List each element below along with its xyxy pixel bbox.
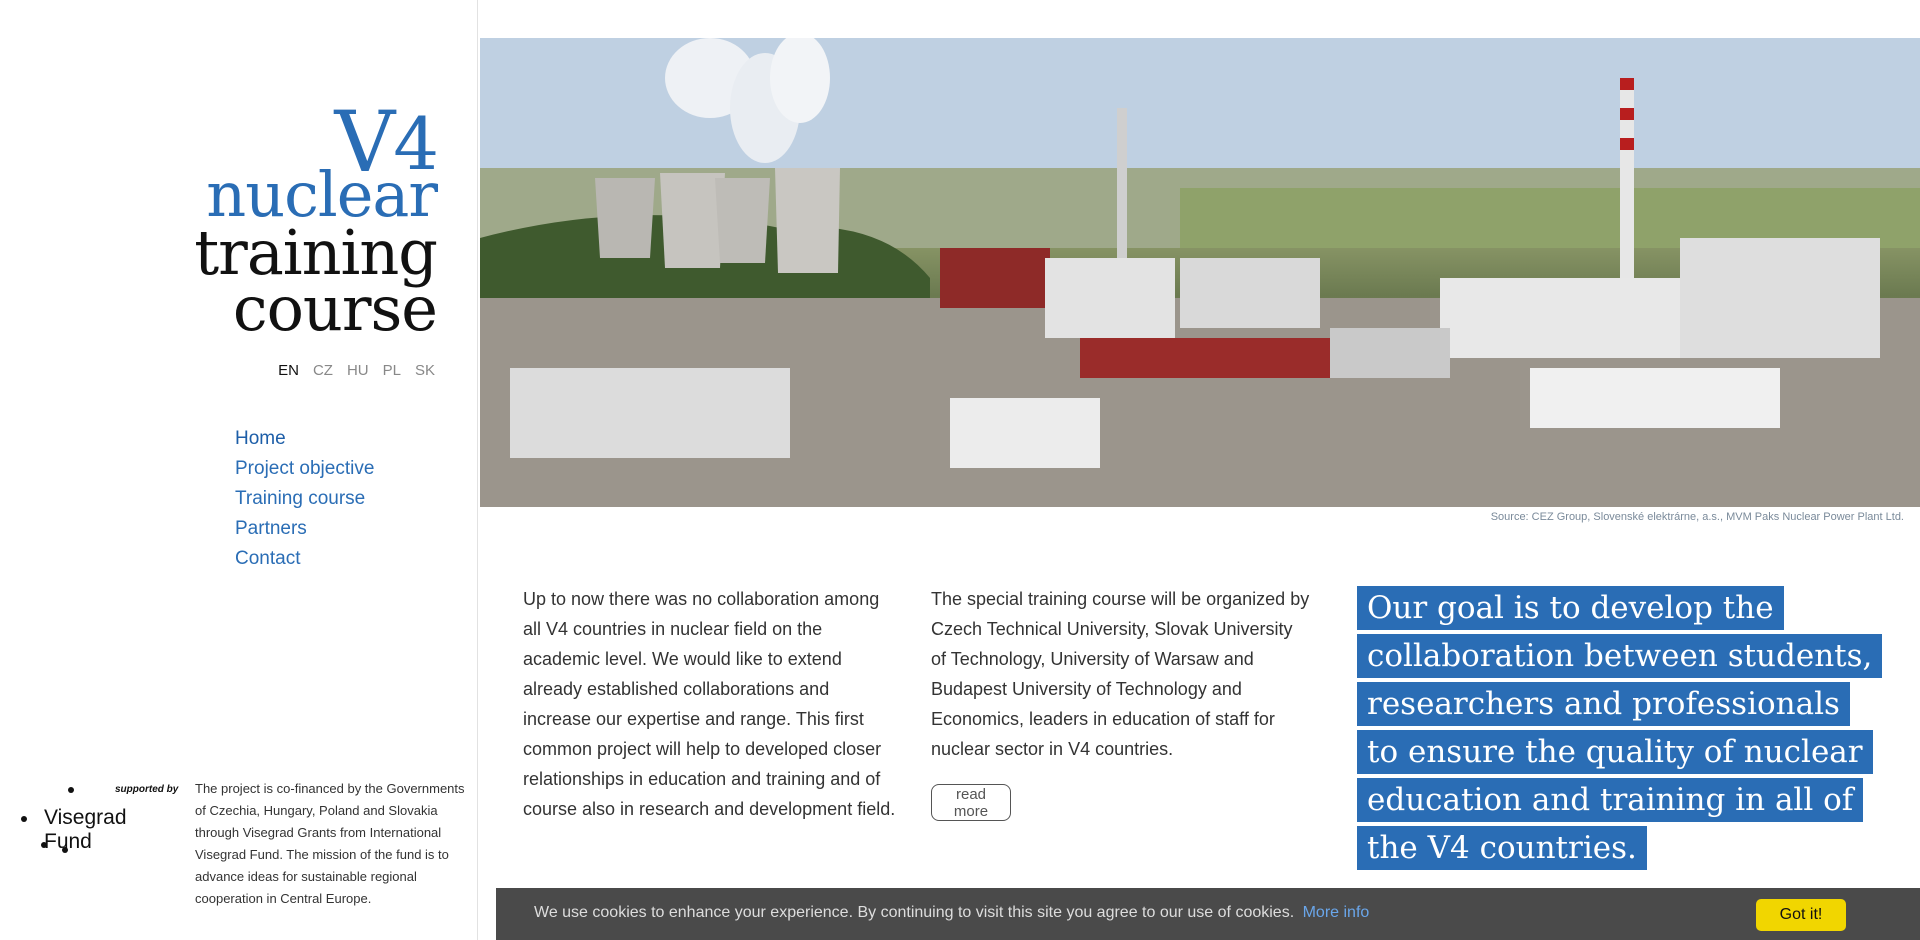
bullet-dot bbox=[68, 787, 74, 793]
cookie-more-info-link[interactable]: More info bbox=[1303, 904, 1370, 921]
image-caption: Source: CEZ Group, Slovenské elektrárne,… bbox=[1490, 511, 1904, 523]
lang-pl[interactable]: PL bbox=[383, 362, 401, 379]
bullet-dot bbox=[41, 842, 47, 848]
lang-sk[interactable]: SK bbox=[415, 362, 435, 379]
nav-training-course[interactable]: Training course bbox=[235, 484, 374, 514]
cookie-message-container: We use cookies to enhance your experienc… bbox=[534, 904, 1369, 922]
power-plant-illustration bbox=[480, 38, 1920, 507]
sidebar: V4 nuclear training course EN CZ HU PL S… bbox=[0, 0, 478, 940]
nav-partners[interactable]: Partners bbox=[235, 514, 374, 544]
nav-contact[interactable]: Contact bbox=[235, 544, 374, 574]
supported-by-label: supported by bbox=[115, 784, 179, 795]
lang-hu[interactable]: HU bbox=[347, 362, 369, 379]
sponsor-text: The project is co-financed by the Govern… bbox=[195, 781, 465, 906]
site-logo[interactable]: V4 nuclear training course bbox=[194, 100, 439, 340]
goal-text: Our goal is to develop the collaboration… bbox=[1357, 586, 1883, 870]
hero-image bbox=[480, 38, 1920, 507]
visegrad-fund-logo[interactable]: supported by Visegrad Fund bbox=[0, 776, 180, 856]
cookie-accept-button[interactable]: Got it! bbox=[1756, 899, 1846, 931]
nav-home[interactable]: Home bbox=[235, 424, 374, 454]
cookie-message: We use cookies to enhance your experienc… bbox=[534, 904, 1295, 921]
organizers-paragraph: The special training course will be orga… bbox=[931, 589, 1310, 759]
lang-cz[interactable]: CZ bbox=[313, 362, 333, 379]
bullet-dot bbox=[62, 847, 68, 853]
goal-statement: Our goal is to develop the collaboration… bbox=[1357, 584, 1883, 872]
read-more-button[interactable]: read more bbox=[931, 784, 1011, 821]
main-nav: Home Project objective Training course P… bbox=[235, 424, 374, 574]
bullet-dot bbox=[21, 816, 27, 822]
language-switcher: EN CZ HU PL SK bbox=[278, 362, 435, 379]
lang-en[interactable]: EN bbox=[278, 362, 299, 379]
nav-project-objective[interactable]: Project objective bbox=[235, 454, 374, 484]
intro-paragraph: Up to now there was no collaboration amo… bbox=[523, 589, 896, 819]
cookie-bar: We use cookies to enhance your experienc… bbox=[496, 888, 1920, 940]
